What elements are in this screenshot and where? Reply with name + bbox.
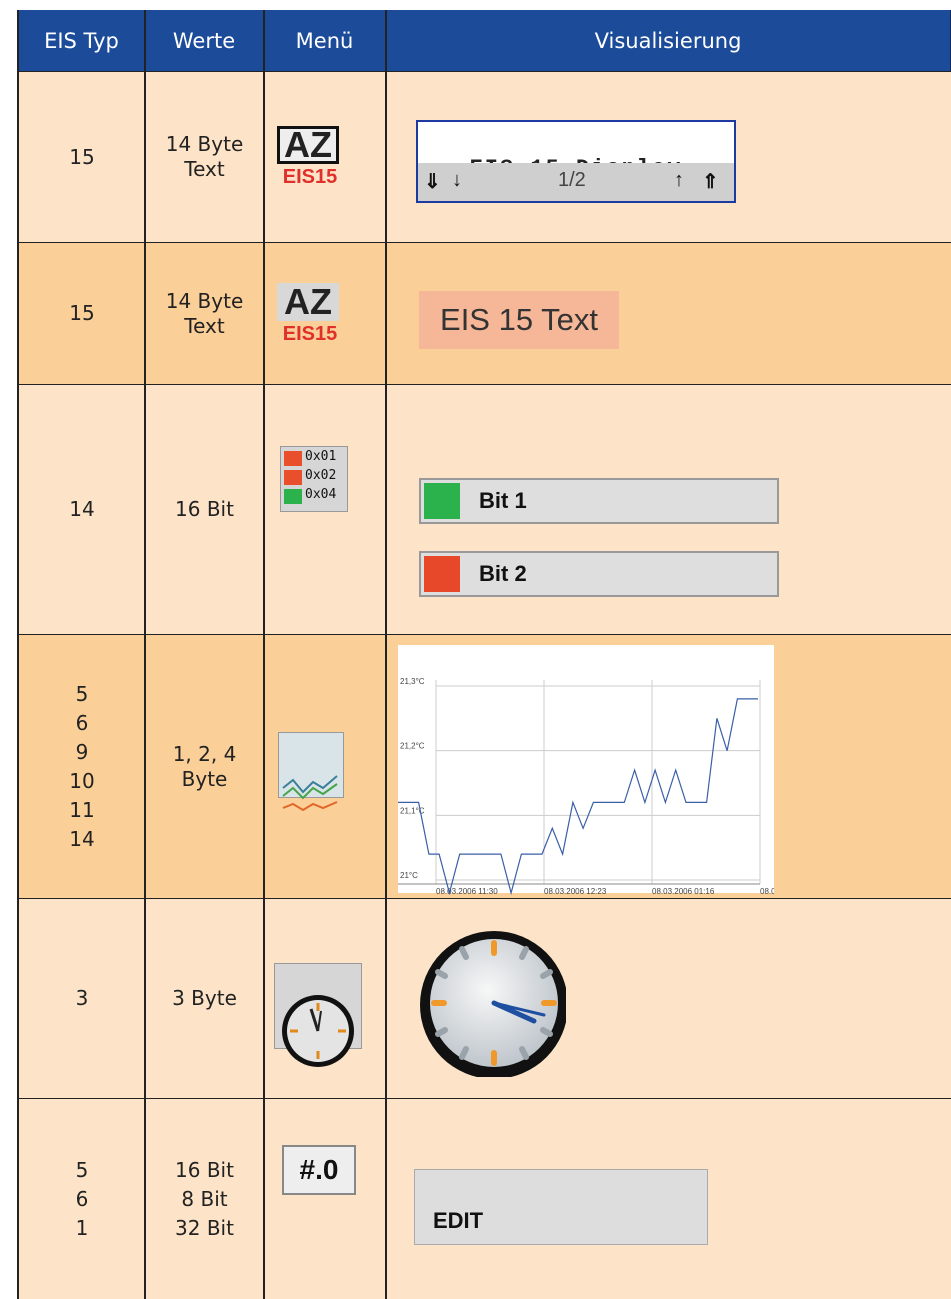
analog-clock-widget[interactable]	[416, 917, 566, 1077]
line-chart-icon	[282, 775, 338, 812]
eis15-icon-label: EIS15	[282, 323, 338, 345]
bit-list-widget: Bit 1 Bit 2	[419, 453, 779, 624]
column-divider	[385, 10, 387, 1299]
page-up-fast-icon[interactable]: ⇑	[702, 169, 719, 194]
bit-label: Bit 1	[479, 488, 527, 513]
clock-icon	[282, 995, 354, 1067]
werte-cell: 16 Bit 8 Bit 32 Bit	[175, 1157, 234, 1240]
edit-label: EDIT	[433, 1208, 484, 1233]
bit-swatch	[284, 470, 302, 485]
bit-swatch	[284, 489, 302, 504]
clock-menu-icon[interactable]	[274, 963, 362, 1067]
page-indicator: 1/2	[558, 169, 586, 191]
menu-cell	[264, 899, 386, 1098]
column-divider	[263, 10, 265, 1299]
series-line	[398, 698, 758, 896]
x-tick-label: 08.03.2006 11:30	[436, 887, 498, 896]
table-row: 3 3 Byte	[19, 898, 951, 1098]
menu-cell	[264, 635, 386, 898]
visual-cell: EIS 15 Text	[386, 243, 951, 384]
header-visualisierung: Visualisierung	[386, 10, 951, 71]
menu-cell: 0x01 0x02 0x04	[264, 385, 386, 634]
chart-menu-icon[interactable]	[278, 732, 344, 812]
table-row: 15 14 Byte Text AZ EIS15 EIS 15 Display …	[19, 71, 951, 242]
werte-cell: 14 Byte Text	[165, 132, 244, 181]
eis15-display-menu-icon[interactable]: AZ EIS15	[275, 124, 343, 196]
x-tick-label: 08.03.2	[760, 887, 774, 896]
header-menu: Menü	[264, 10, 386, 71]
bit-row[interactable]: Bit 1	[419, 478, 779, 524]
menu-cell: AZ EIS15	[264, 72, 386, 242]
bit-row[interactable]: Bit 2	[419, 551, 779, 597]
menu-cell: AZ EIS15	[264, 243, 386, 384]
header-eis-typ: EIS Typ	[19, 10, 145, 71]
column-divider	[17, 10, 19, 1299]
eis-type-cell: 3	[75, 986, 89, 1010]
eis-type-cell: 15	[69, 144, 95, 169]
eis15-text-widget: EIS 15 Text	[419, 291, 619, 349]
visual-cell: EDIT	[386, 1099, 951, 1299]
table-row: 5 6 9 10 11 14 1, 2, 4 Byte 21,3°C 21,2°C…	[19, 634, 951, 908]
bit-status-indicator	[424, 483, 460, 519]
display-nav-bar: ⇓ ↓ 1/2 ↑ ⇑	[418, 163, 734, 201]
temperature-chart[interactable]: 21,3°C 21,2°C 21,1°C 21°C 08.03.2006 11:30 08…	[398, 645, 787, 908]
bit-swatch	[284, 451, 302, 466]
page-up-icon[interactable]: ↑	[674, 169, 684, 192]
eis15-display-widget[interactable]: EIS 15 Display ⇓ ↓ 1/2 ↑ ⇑	[416, 120, 736, 203]
bit-code: 0x02	[305, 468, 337, 483]
bit-list-menu-icon[interactable]: 0x01 0x02 0x04	[280, 446, 348, 512]
eis-table: EIS Typ Werte Menü Visualisierung 15 14 …	[17, 10, 951, 1299]
werte-cell: 16 Bit	[175, 497, 234, 521]
visual-cell: Bit 1 Bit 2	[386, 385, 951, 634]
header-werte: Werte	[145, 10, 264, 71]
y-tick-label: 21,2°C	[400, 742, 425, 751]
eis-type-cell: 5 6 9 10 11 14	[69, 681, 95, 851]
werte-cell: 3 Byte	[172, 986, 237, 1010]
menu-cell: #.0	[264, 1099, 386, 1299]
visual-cell	[386, 899, 951, 1098]
eis15-text-menu-icon[interactable]: AZ EIS15	[275, 281, 343, 353]
bit-label: Bit 2	[479, 561, 527, 586]
az-icon-label: AZ	[277, 281, 339, 322]
bit-code: 0x01	[305, 449, 337, 464]
table-row: 5 6 1 16 Bit 8 Bit 32 Bit #.0 EDIT	[19, 1098, 951, 1299]
eis15-icon-label: EIS15	[282, 166, 338, 188]
y-tick-label: 21°C	[400, 871, 418, 880]
page-down-fast-icon[interactable]: ⇓	[424, 169, 441, 194]
bit-code: 0x04	[305, 487, 337, 502]
table-row: 15 14 Byte Text AZ EIS15 EIS 15 Text	[19, 242, 951, 384]
x-tick-label: 08.03.2006 01:16	[652, 887, 715, 896]
number-format-menu-icon[interactable]: #.0	[282, 1145, 356, 1195]
eis-type-cell: 14	[69, 497, 95, 521]
werte-cell: 1, 2, 4 Byte	[172, 741, 237, 791]
table-row: 14 16 Bit 0x01 0x02 0x04 Bit 1 Bit 2	[19, 384, 951, 634]
bit-status-indicator	[424, 556, 460, 592]
chart-svg: 21,3°C21,2°C21,1°C21°C08.03.2006 11:30 08…	[398, 677, 787, 908]
werte-cell: 14 Byte Text	[165, 288, 244, 338]
az-icon-label: AZ	[277, 124, 339, 165]
visual-cell: EIS 15 Display ⇓ ↓ 1/2 ↑ ⇑	[386, 72, 951, 242]
x-tick-label: 08.03.2006 12:23	[544, 887, 607, 896]
eis-type-cell: 15	[69, 301, 95, 325]
y-tick-label: 21,3°C	[400, 677, 425, 686]
edit-field[interactable]: EDIT	[414, 1169, 708, 1245]
eis-type-cell: 5 6 1	[75, 1157, 89, 1240]
page-down-icon[interactable]: ↓	[452, 169, 462, 192]
column-divider	[144, 10, 146, 1299]
visual-cell: 21,3°C 21,2°C 21,1°C 21°C 08.03.2006 11:30 08…	[386, 635, 951, 908]
